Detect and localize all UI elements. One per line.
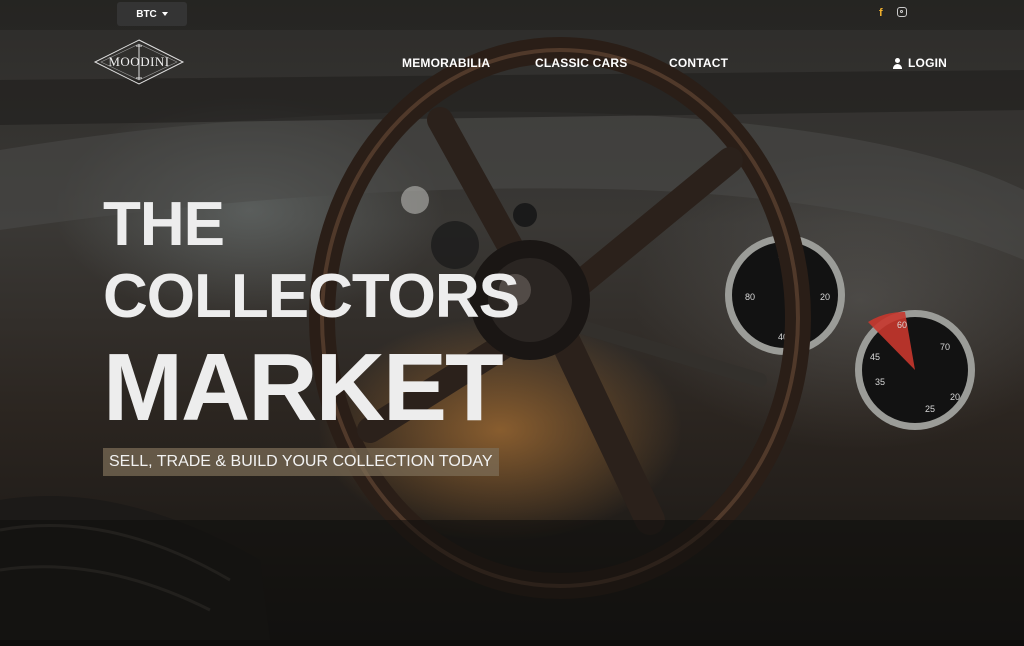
hero-subtitle: SELL, TRADE & BUILD YOUR COLLECTION TODA… bbox=[103, 448, 499, 476]
caret-down-icon bbox=[161, 12, 168, 16]
login-button[interactable]: LOGIN bbox=[893, 56, 947, 70]
svg-text:20: 20 bbox=[950, 392, 960, 402]
svg-text:20: 20 bbox=[820, 292, 830, 302]
facebook-icon[interactable]: f bbox=[879, 7, 883, 19]
svg-text:MOODINI: MOODINI bbox=[108, 54, 169, 69]
instagram-icon[interactable] bbox=[897, 7, 907, 20]
hero-title-line-3: MARKET bbox=[103, 334, 504, 441]
nav-memorabilia[interactable]: MEMORABILIA bbox=[402, 56, 490, 70]
user-icon bbox=[893, 57, 902, 69]
login-label: LOGIN bbox=[908, 56, 947, 70]
svg-text:45: 45 bbox=[870, 352, 880, 362]
page-bottom-edge bbox=[0, 640, 1024, 646]
moodini-logo[interactable]: MOODINI bbox=[93, 38, 185, 86]
svg-text:70: 70 bbox=[940, 342, 950, 352]
nav-contact[interactable]: CONTACT bbox=[669, 56, 728, 70]
svg-text:25: 25 bbox=[925, 404, 935, 414]
currency-selector[interactable]: BTC bbox=[117, 2, 187, 26]
svg-text:60: 60 bbox=[897, 320, 907, 330]
hero-title-line-2: COLLECTORS bbox=[103, 262, 520, 331]
nav-classic-cars[interactable]: CLASSIC CARS bbox=[535, 56, 627, 70]
svg-text:35: 35 bbox=[875, 377, 885, 387]
currency-label: BTC bbox=[136, 8, 157, 20]
hero-title-line-1: THE bbox=[103, 190, 225, 259]
svg-text:80: 80 bbox=[745, 292, 755, 302]
